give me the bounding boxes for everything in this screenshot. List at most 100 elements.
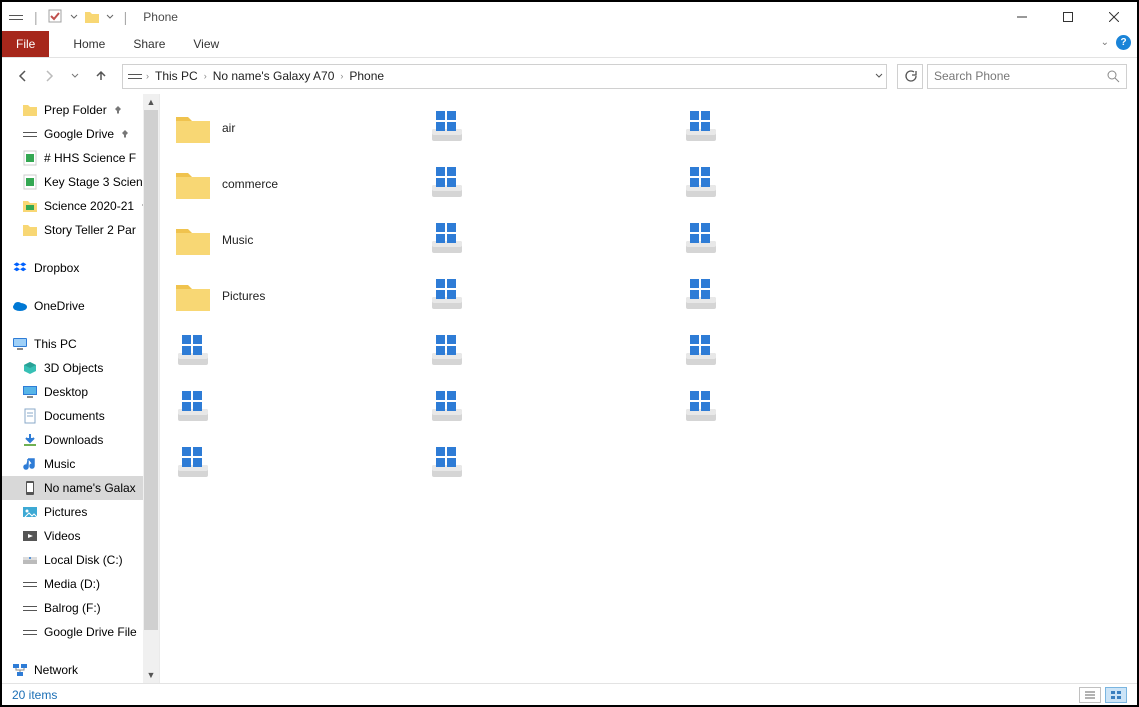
file-item[interactable]: Music — [168, 212, 422, 268]
drive-icon — [22, 624, 38, 640]
file-item[interactable] — [168, 380, 422, 436]
qat-dropdown-icon[interactable] — [106, 13, 114, 21]
sidebar-item[interactable]: Videos — [2, 524, 144, 548]
tab-file[interactable]: File — [2, 31, 49, 57]
window-title: Phone — [143, 10, 178, 24]
sidebar-item[interactable]: This PC — [2, 332, 144, 356]
file-item[interactable] — [676, 100, 930, 156]
chevron-right-icon[interactable]: › — [201, 71, 210, 81]
sidebar-item[interactable]: Local Disk (C:) — [2, 548, 144, 572]
file-item[interactable] — [422, 268, 676, 324]
chevron-right-icon[interactable]: › — [143, 71, 152, 81]
search-input[interactable]: Search Phone — [927, 64, 1127, 89]
sidebar-item-label: 3D Objects — [44, 361, 103, 375]
file-item[interactable] — [676, 268, 930, 324]
help-icon[interactable]: ? — [1116, 35, 1131, 50]
gfolder-icon — [22, 198, 38, 214]
system-icon — [426, 331, 468, 373]
sidebar-item[interactable]: Science 2020-21 — [2, 194, 144, 218]
videos-icon — [22, 528, 38, 544]
file-item[interactable] — [422, 156, 676, 212]
minimize-button[interactable] — [999, 2, 1045, 32]
tab-share[interactable]: Share — [119, 31, 179, 57]
file-item[interactable] — [676, 380, 930, 436]
sidebar-item[interactable]: Story Teller 2 Par — [2, 218, 144, 242]
search-placeholder: Search Phone — [934, 69, 1010, 83]
file-item[interactable] — [422, 380, 676, 436]
sidebar-item[interactable]: Key Stage 3 Scien — [2, 170, 144, 194]
sidebar-item[interactable]: Network — [2, 658, 144, 682]
gsheet-icon — [22, 174, 38, 190]
scroll-thumb[interactable] — [144, 110, 158, 630]
file-item[interactable] — [676, 212, 930, 268]
scroll-up-icon[interactable]: ▲ — [143, 94, 159, 110]
sidebar-item[interactable]: Google Drive File — [2, 620, 144, 644]
file-item[interactable] — [422, 324, 676, 380]
file-item[interactable]: air — [168, 100, 422, 156]
downloads-icon — [22, 432, 38, 448]
sidebar-item[interactable]: Downloads — [2, 428, 144, 452]
file-item[interactable] — [422, 100, 676, 156]
file-item[interactable] — [422, 436, 676, 492]
address-dropdown-icon[interactable] — [874, 71, 884, 81]
maximize-button[interactable] — [1045, 2, 1091, 32]
file-item[interactable] — [168, 436, 422, 492]
drive-icon — [127, 68, 143, 84]
view-icons-button[interactable] — [1105, 687, 1127, 703]
breadcrumb-device[interactable]: No name's Galaxy A70 — [210, 69, 338, 83]
folder-icon — [22, 102, 38, 118]
file-item[interactable]: Pictures — [168, 268, 422, 324]
sidebar-item[interactable]: Media (D:) — [2, 572, 144, 596]
file-name: Music — [222, 233, 253, 247]
sidebar-item[interactable]: Balrog (F:) — [2, 596, 144, 620]
scrollbar[interactable]: ▲ ▼ — [143, 94, 159, 683]
music-icon — [22, 456, 38, 472]
sidebar-item[interactable]: Desktop — [2, 380, 144, 404]
file-item[interactable] — [676, 324, 930, 380]
tab-home[interactable]: Home — [59, 31, 119, 57]
sidebar-item[interactable]: Prep Folder — [2, 98, 144, 122]
system-icon — [172, 443, 214, 485]
file-item[interactable] — [676, 156, 930, 212]
sidebar-item[interactable]: Documents — [2, 404, 144, 428]
system-icon — [426, 387, 468, 429]
breadcrumb-thispc[interactable]: This PC — [152, 69, 201, 83]
forward-button[interactable] — [38, 65, 60, 87]
system-icon — [680, 387, 722, 429]
sidebar-item[interactable]: Dropbox — [2, 256, 144, 280]
sidebar-item[interactable]: Music — [2, 452, 144, 476]
system-icon — [426, 443, 468, 485]
recent-dropdown[interactable] — [64, 65, 86, 87]
sidebar-item[interactable]: # HHS Science F — [2, 146, 144, 170]
ribbon-expand-icon[interactable]: ⌄ — [1101, 37, 1109, 48]
view-details-button[interactable] — [1079, 687, 1101, 703]
file-pane[interactable]: aircommerce Music Pictures — [160, 94, 1137, 683]
pin-icon — [113, 105, 123, 115]
pictures-icon — [22, 504, 38, 520]
up-button[interactable] — [90, 65, 112, 87]
refresh-button[interactable] — [897, 64, 923, 89]
file-item[interactable] — [422, 212, 676, 268]
file-item[interactable] — [168, 324, 422, 380]
address-bar[interactable]: › This PC › No name's Galaxy A70 › Phone — [122, 64, 887, 89]
sidebar-item-label: Google Drive — [44, 127, 114, 141]
sidebar-item[interactable]: Google Drive — [2, 122, 144, 146]
system-icon — [426, 219, 468, 261]
sidebar-item-label: Science 2020-21 — [44, 199, 134, 213]
chevron-right-icon[interactable]: › — [337, 71, 346, 81]
system-icon — [680, 275, 722, 317]
gsheet-icon — [22, 150, 38, 166]
sidebar-item[interactable]: Pictures — [2, 500, 144, 524]
back-button[interactable] — [12, 65, 34, 87]
tab-view[interactable]: View — [179, 31, 233, 57]
close-button[interactable] — [1091, 2, 1137, 32]
sidebar-item[interactable]: OneDrive — [2, 294, 144, 318]
scroll-down-icon[interactable]: ▼ — [143, 667, 159, 683]
breadcrumb-phone[interactable]: Phone — [346, 69, 387, 83]
qat-dropdown-icon[interactable] — [70, 13, 78, 21]
sidebar-item[interactable]: 3D Objects — [2, 356, 144, 380]
sidebar-item[interactable]: No name's Galax — [2, 476, 144, 500]
checkbox-icon[interactable] — [48, 9, 64, 25]
file-item[interactable]: commerce — [168, 156, 422, 212]
system-icon — [680, 219, 722, 261]
